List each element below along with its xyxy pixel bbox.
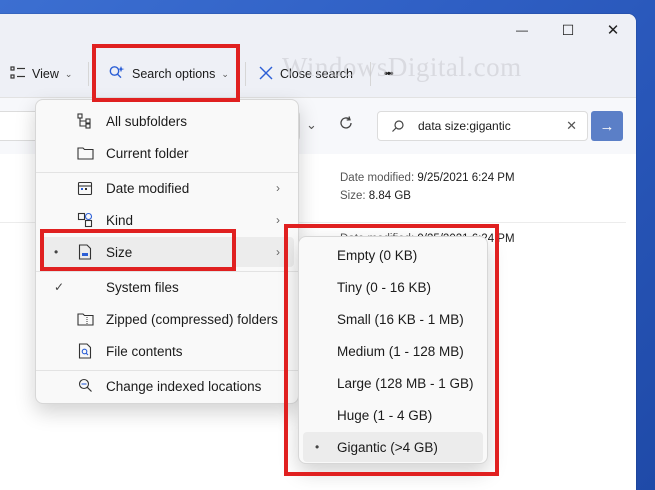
menu-item-current-folder[interactable]: Current folder xyxy=(40,138,294,168)
search-input[interactable]: data size:gigantic ✕ xyxy=(377,111,588,141)
chevron-right-icon: › xyxy=(276,213,280,227)
history-dropdown-icon[interactable]: ⌄ xyxy=(306,117,317,133)
toolbar-divider xyxy=(245,62,246,86)
folder-icon xyxy=(76,144,94,162)
arrow-right-icon: → xyxy=(599,117,615,135)
view-button[interactable]: View ⌄ xyxy=(10,50,72,98)
file-search-icon xyxy=(76,342,94,360)
date-label: Date modified: xyxy=(340,172,415,184)
checkmark-icon: ✓ xyxy=(54,280,65,294)
size-label: Size: xyxy=(340,190,366,202)
search-icon xyxy=(391,119,405,136)
menu-item-label: Current folder xyxy=(106,145,189,161)
subfolders-icon xyxy=(76,112,94,130)
calendar-icon xyxy=(76,179,94,197)
highlight-box-size-submenu xyxy=(284,224,499,476)
menu-item-change-indexed-locations[interactable]: Change indexed locations xyxy=(40,371,294,401)
menu-item-file-contents[interactable]: File contents xyxy=(40,336,294,366)
close-icon: ✕ xyxy=(606,22,620,39)
minimize-icon: — xyxy=(516,23,528,37)
toolbar-divider xyxy=(88,62,89,86)
refresh-button[interactable] xyxy=(338,115,354,134)
search-query: data size:gigantic xyxy=(418,119,511,133)
chevron-right-icon: › xyxy=(276,245,280,259)
menu-item-label: System files xyxy=(106,279,179,295)
menu-item-date-modified[interactable]: Date modified › xyxy=(40,173,294,203)
close-window-button[interactable]: ✕ xyxy=(590,14,636,46)
maximize-icon: ☐ xyxy=(561,21,575,38)
watermark: WindowsDigital.com xyxy=(282,52,522,82)
menu-item-zipped-folders[interactable]: Zipped (compressed) folders xyxy=(40,304,294,334)
date-value: 9/25/2021 6:24 PM xyxy=(417,172,515,184)
indexed-locations-icon xyxy=(76,377,94,395)
chevron-down-icon: ⌄ xyxy=(64,68,73,79)
chevron-right-icon: › xyxy=(276,181,280,195)
menu-item-all-subfolders[interactable]: All subfolders xyxy=(40,106,294,136)
clear-search-icon[interactable]: ✕ xyxy=(566,118,577,134)
view-icon xyxy=(10,65,26,83)
menu-item-system-files[interactable]: ✓ System files xyxy=(40,272,294,302)
menu-item-label: Kind xyxy=(106,212,134,228)
close-search-icon xyxy=(258,65,274,84)
size-value: 8.84 GB xyxy=(368,190,411,202)
minimize-button[interactable]: — xyxy=(499,14,545,46)
zip-folder-icon xyxy=(76,310,94,328)
menu-item-label: Change indexed locations xyxy=(106,378,262,394)
menu-item-label: File contents xyxy=(106,343,183,359)
highlight-box-search-options xyxy=(92,44,240,102)
maximize-button[interactable]: ☐ xyxy=(545,14,591,46)
file-result-meta: Date modified: 9/25/2021 6:24 PM xyxy=(340,172,515,184)
menu-item-label: Zipped (compressed) folders xyxy=(106,311,278,327)
highlight-box-size xyxy=(40,229,236,271)
menu-item-label: Date modified xyxy=(106,180,190,196)
file-result-meta: Size: 8.84 GB xyxy=(340,190,411,202)
menu-item-label: All subfolders xyxy=(106,113,188,129)
search-go-button[interactable]: → xyxy=(591,111,623,141)
kind-icon xyxy=(76,211,94,229)
view-label: View xyxy=(32,67,59,81)
refresh-icon xyxy=(340,116,352,129)
